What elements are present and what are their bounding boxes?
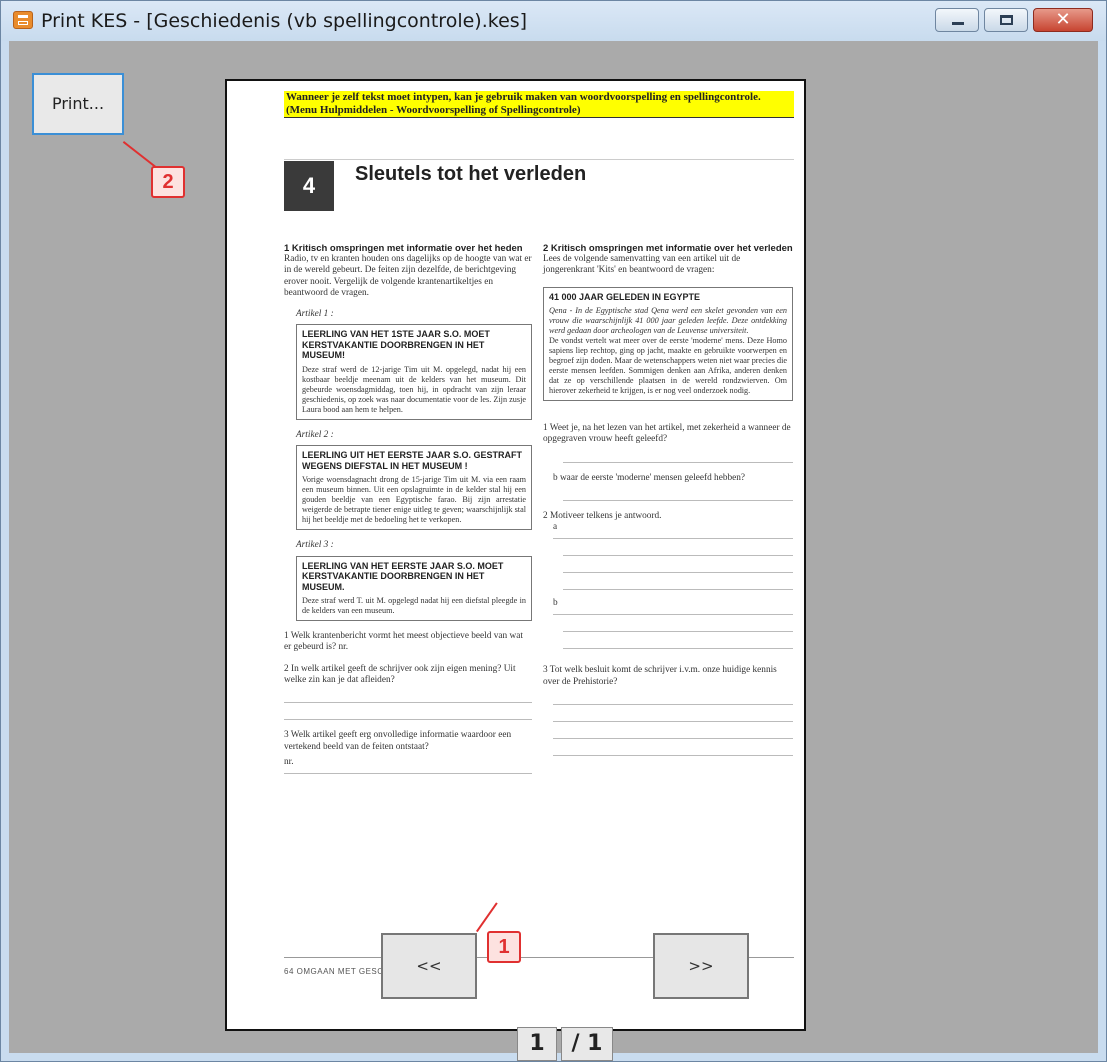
minimize-icon bbox=[952, 22, 964, 25]
print-window: Print KES - [Geschiedenis (vb spellingco… bbox=[0, 0, 1107, 1062]
right-intro: Lees de volgende samenvatting van een ar… bbox=[543, 254, 741, 276]
right-question-3: 3 Tot welk besluit komt de schrijver i.v… bbox=[543, 665, 777, 687]
minimize-button[interactable] bbox=[935, 8, 979, 32]
egypt-article-lead: Qena - In de Egyptische stad Qena werd e… bbox=[549, 306, 787, 336]
answer-line bbox=[563, 446, 793, 463]
total-pages: / 1 bbox=[561, 1027, 613, 1061]
egypt-article-body: De vondst vertelt wat meer over de eerst… bbox=[549, 336, 787, 396]
right-question-1b: b waar de eerste 'moderne' mensen geleef… bbox=[553, 472, 746, 483]
egypt-article-headline: 41 000 JAAR GELEDEN IN EGYPTE bbox=[549, 291, 701, 302]
answer-line bbox=[553, 688, 793, 705]
chapter-rule bbox=[284, 159, 794, 160]
answer-line bbox=[553, 739, 793, 756]
close-button[interactable]: ✕ bbox=[1033, 8, 1093, 32]
answer-line bbox=[563, 615, 793, 633]
chapter-number: 4 bbox=[284, 161, 334, 211]
next-page-button[interactable]: >> bbox=[653, 933, 749, 999]
answer-line-a: a bbox=[553, 522, 793, 540]
left-question-3: 3 Welk artikel geeft erg onvolledige inf… bbox=[284, 730, 512, 752]
left-column: 1 Kritisch omspringen met informatie ove… bbox=[284, 243, 532, 774]
answer-line bbox=[563, 556, 793, 574]
answer-line bbox=[563, 632, 793, 650]
answer-line bbox=[284, 686, 532, 704]
article-3-label: Artikel 3 : bbox=[296, 540, 334, 551]
egypt-article-box: 41 000 JAAR GELEDEN IN EGYPTE Qena - In … bbox=[543, 286, 793, 402]
article-2-box: LEERLING UIT HET EERSTE JAAR S.O. GESTRA… bbox=[296, 445, 532, 531]
article-2-headline: LEERLING UIT HET EERSTE JAAR S.O. GESTRA… bbox=[302, 450, 523, 471]
printer-icon bbox=[13, 11, 33, 29]
callout-2: 2 bbox=[151, 166, 185, 198]
chapter-title: Sleutels tot het verleden bbox=[355, 163, 587, 185]
article-3-box: LEERLING VAN HET EERSTE JAAR S.O. MOET K… bbox=[296, 555, 532, 622]
document-page: Wanneer je zelf tekst moet intypen, kan … bbox=[225, 79, 806, 1031]
article-2-body: Vorige woensdagnacht drong de 15-jarige … bbox=[302, 475, 526, 525]
article-3-headline: LEERLING VAN HET EERSTE JAAR S.O. MOET K… bbox=[302, 560, 504, 592]
answer-line bbox=[563, 539, 793, 557]
article-3-body: Deze straf werd T. uit M. opgelegd nadat… bbox=[302, 596, 526, 616]
maximize-icon bbox=[1000, 15, 1013, 25]
article-1-headline: LEERLING VAN HET 1STE JAAR S.O. MOET KER… bbox=[302, 329, 490, 361]
left-intro: Radio, tv en kranten houden ons dagelijk… bbox=[284, 254, 532, 298]
article-1-label: Artikel 1 : bbox=[296, 309, 334, 320]
article-1-body: Deze straf werd de 12-jarige Tim uit M. … bbox=[302, 364, 526, 414]
article-1-box: LEERLING VAN HET 1STE JAAR S.O. MOET KER… bbox=[296, 324, 532, 420]
answer-line-b: b bbox=[553, 598, 793, 616]
instruction-highlight: Wanneer je zelf tekst moet intypen, kan … bbox=[284, 91, 794, 118]
right-column: 2 Kritisch omspringen met informatie ove… bbox=[543, 243, 793, 756]
left-question-2: 2 In welk artikel geeft de schrijver ook… bbox=[284, 663, 516, 685]
close-icon: ✕ bbox=[1055, 9, 1071, 30]
previous-page-button[interactable]: << bbox=[381, 933, 477, 999]
current-page: 1 bbox=[517, 1027, 557, 1061]
left-question-1: 1 Welk krantenbericht vormt het meest ob… bbox=[284, 631, 523, 653]
answer-line bbox=[563, 484, 793, 501]
title-bar[interactable]: Print KES - [Geschiedenis (vb spellingco… bbox=[1, 1, 1106, 41]
article-2-label: Artikel 2 : bbox=[296, 429, 334, 440]
right-heading: 2 Kritisch omspringen met informatie ove… bbox=[543, 243, 793, 254]
left-heading: 1 Kritisch omspringen met informatie ove… bbox=[284, 243, 523, 254]
answer-line bbox=[284, 703, 532, 721]
answer-line bbox=[553, 722, 793, 739]
right-question-2: 2 Motiveer telkens je antwoord. bbox=[543, 510, 662, 521]
answer-line bbox=[563, 573, 793, 591]
right-question-1a: 1 Weet je, na het lezen van het artikel,… bbox=[543, 423, 791, 445]
left-question-3-nr: nr. bbox=[284, 757, 532, 774]
maximize-button[interactable] bbox=[984, 8, 1028, 32]
window-title: Print KES - [Geschiedenis (vb spellingco… bbox=[41, 10, 528, 32]
callout-1: 1 bbox=[487, 931, 521, 963]
answer-line bbox=[553, 705, 793, 722]
print-button[interactable]: Print... bbox=[32, 73, 124, 135]
